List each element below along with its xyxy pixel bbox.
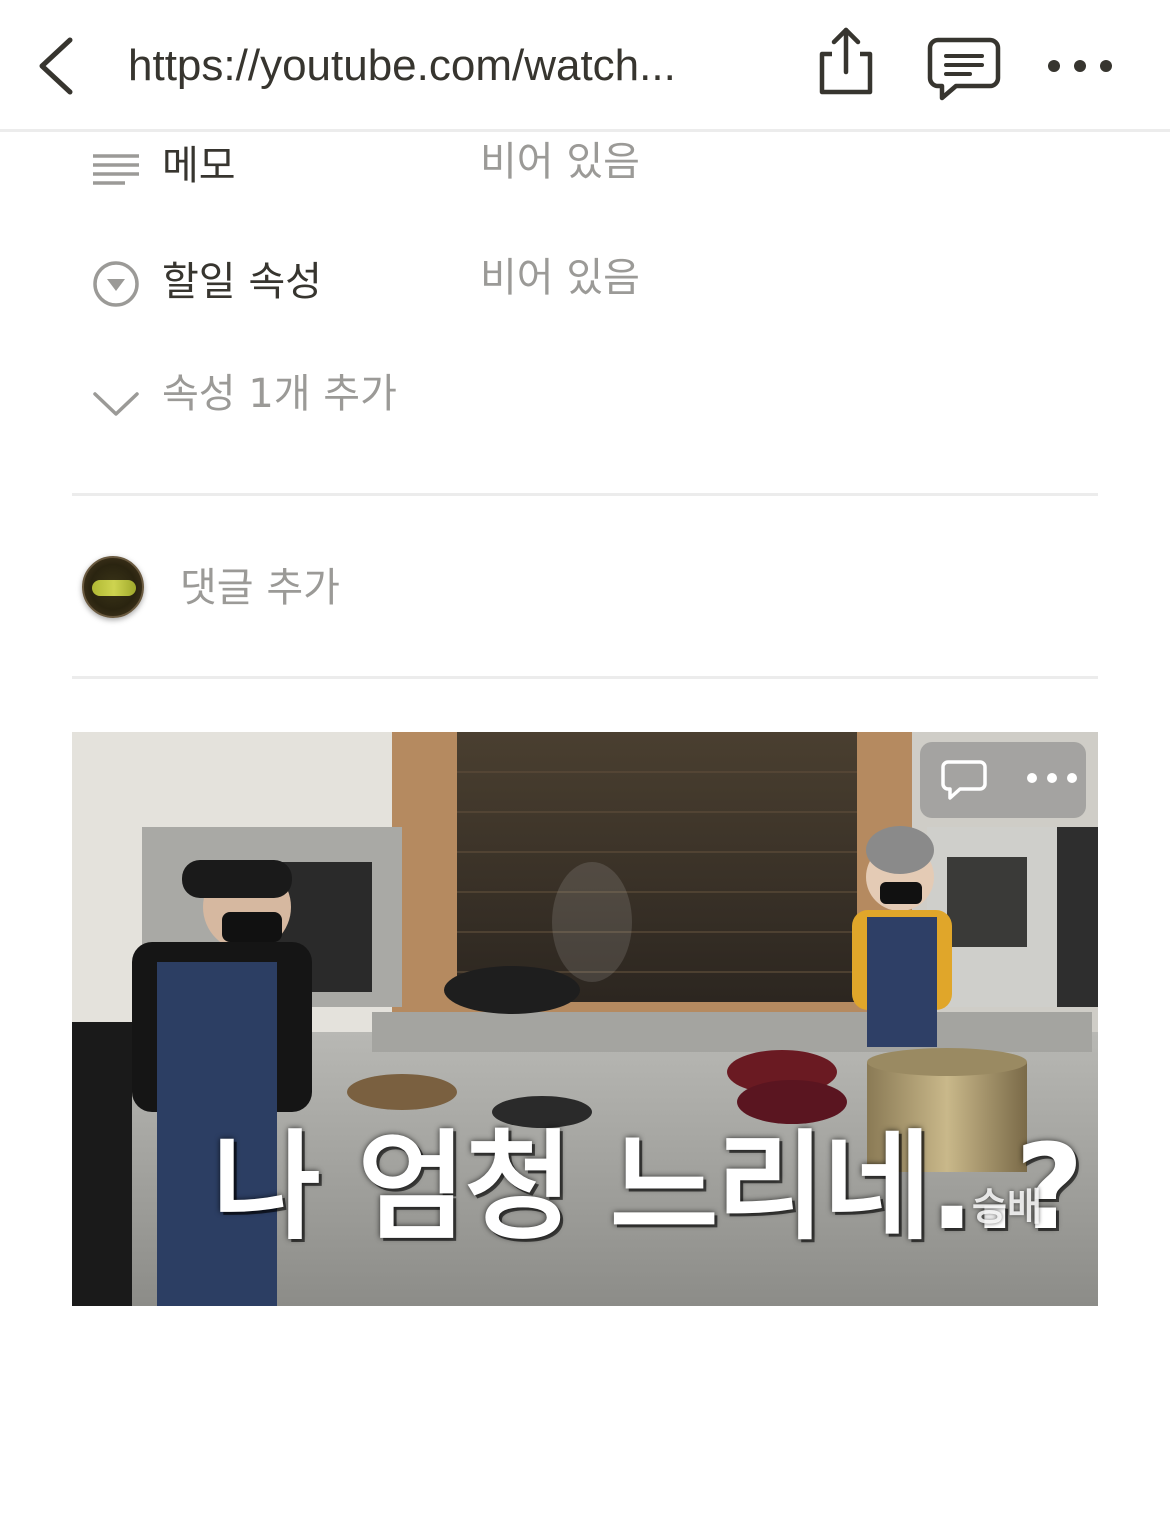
back-button[interactable]: [30, 30, 90, 102]
text-lines-icon: [93, 154, 139, 185]
chevron-down-icon: [93, 392, 139, 416]
comment-placeholder: 댓글 추가: [180, 565, 340, 611]
add-property-label: 속성 1개 추가: [162, 371, 397, 417]
top-bar: https://youtube.com/watch...: [0, 0, 1170, 132]
avatar: [82, 556, 144, 618]
share-button[interactable]: [812, 24, 880, 100]
comment-button[interactable]: [926, 34, 1002, 104]
video-watermark: 승배: [972, 1185, 1042, 1229]
video-more-button[interactable]: [1022, 766, 1082, 790]
more-button[interactable]: [1040, 44, 1120, 88]
property-value[interactable]: 비어 있음: [480, 136, 640, 188]
property-name: 할일 속성: [162, 259, 322, 305]
property-row-todo[interactable]: 할일 속성 비어 있음: [90, 248, 1090, 318]
url-text[interactable]: https://youtube.com/watch...: [128, 36, 768, 96]
property-value[interactable]: 비어 있음: [480, 252, 640, 304]
chevron-left-icon: [39, 37, 73, 95]
more-horizontal-icon: [1027, 773, 1077, 783]
select-circle-icon: [93, 261, 139, 307]
video-comment-button[interactable]: [940, 758, 988, 802]
divider: [72, 493, 1098, 496]
divider: [72, 676, 1098, 679]
comment-input[interactable]: 댓글 추가: [82, 552, 1098, 624]
property-name: 메모: [162, 143, 236, 189]
add-property-button[interactable]: 속성 1개 추가: [90, 364, 1090, 434]
video-caption: 나 엄청 느리네..?: [212, 1118, 1084, 1256]
comment-icon: [941, 760, 987, 800]
property-row-memo[interactable]: 메모 비어 있음: [90, 132, 1090, 202]
share-icon: [819, 27, 873, 95]
comment-icon: [927, 37, 1001, 101]
more-horizontal-icon: [1048, 60, 1112, 72]
video-embed[interactable]: 나 엄청 느리네..? 승배: [72, 732, 1098, 1306]
